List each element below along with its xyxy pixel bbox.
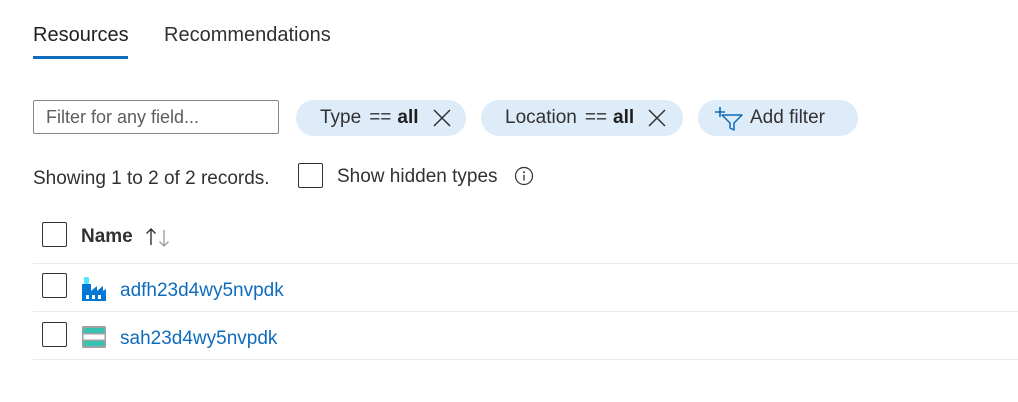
row-checkbox[interactable] <box>42 322 67 347</box>
header-divider <box>33 263 1018 264</box>
add-filter-icon <box>715 107 743 131</box>
active-tab-indicator <box>33 56 128 59</box>
resource-link[interactable]: adfh23d4wy5nvpdk <box>120 279 284 303</box>
info-icon[interactable] <box>514 166 534 186</box>
filter-pill-value: all <box>397 107 419 128</box>
close-icon[interactable] <box>648 109 666 127</box>
resource-link[interactable]: sah23d4wy5nvpdk <box>120 327 277 351</box>
row-checkbox[interactable] <box>42 273 67 298</box>
add-filter-button[interactable]: Add filter <box>698 100 858 136</box>
show-hidden-types-checkbox[interactable] <box>298 163 323 188</box>
tab-resources[interactable]: Resources <box>33 22 129 48</box>
filter-pill-operator: == <box>369 107 392 128</box>
tab-recommendations[interactable]: Recommendations <box>164 22 331 48</box>
sort-icon[interactable] <box>145 226 171 248</box>
select-all-checkbox[interactable] <box>42 222 67 247</box>
add-filter-label: Add filter <box>750 107 825 128</box>
row-divider <box>33 311 1018 312</box>
filter-pill-field: Location <box>505 107 577 128</box>
filter-input[interactable] <box>33 100 279 134</box>
row-divider <box>33 359 1018 360</box>
show-hidden-types-label[interactable]: Show hidden types <box>337 165 498 189</box>
filter-pill-type[interactable]: Type == all <box>296 100 466 136</box>
column-header-name[interactable]: Name <box>81 225 133 249</box>
data-factory-icon <box>82 277 106 301</box>
records-summary: Showing 1 to 2 of 2 records. <box>33 168 270 189</box>
storage-account-icon <box>82 326 106 348</box>
filter-pill-field: Type <box>320 107 362 128</box>
filter-pill-operator: == <box>584 107 608 128</box>
filter-pill-location[interactable]: Location == all <box>481 100 683 136</box>
filter-pill-value: all <box>613 107 635 128</box>
close-icon[interactable] <box>433 109 451 127</box>
